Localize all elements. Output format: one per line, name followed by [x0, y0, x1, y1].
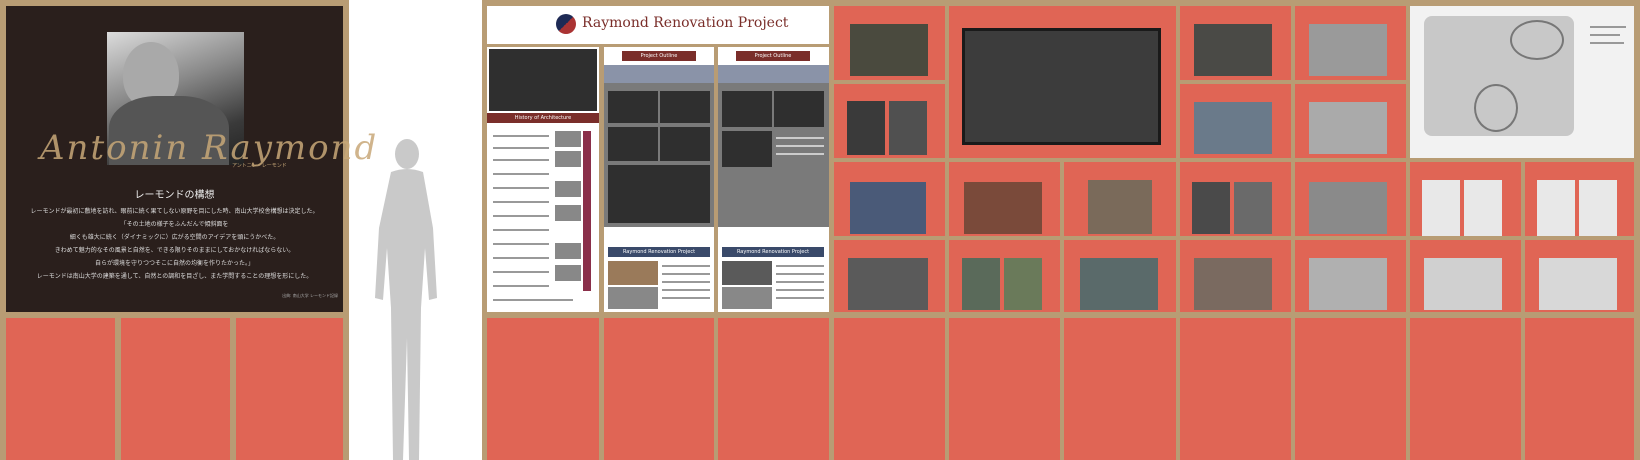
project-outline-poster: Project Outline Raymond Renovation Proje…: [604, 47, 714, 312]
concept-line: 自らが環境を守りつつそこに自然の均衡を作りたかった。」: [94, 260, 255, 267]
photo: [1309, 182, 1387, 234]
blank-panel: [1064, 318, 1176, 460]
signature-caption: アントニン・レーモンド: [232, 163, 287, 169]
project-title: Raymond Renovation Project: [582, 15, 789, 31]
photo: [1194, 102, 1272, 154]
blank-panel: [718, 318, 829, 460]
photo: [1234, 182, 1272, 234]
photo: [1309, 258, 1387, 310]
blank-panel: [236, 318, 343, 460]
photo: [850, 24, 928, 76]
blank-panel: [949, 318, 1060, 460]
photo: [1088, 180, 1152, 234]
blank-panel: [487, 318, 599, 460]
photo: [964, 182, 1042, 234]
photo: [1537, 180, 1575, 236]
blank-panel: [1410, 318, 1521, 460]
photo: [1194, 24, 1272, 76]
photo: [1464, 180, 1502, 236]
photo: [1424, 258, 1502, 310]
renovation-section-title: Raymond Renovation Project: [608, 247, 710, 257]
history-poster-title: History of Architecture: [487, 113, 599, 123]
blank-panel: [1180, 318, 1291, 460]
photo: [1080, 258, 1158, 310]
photo: [1539, 258, 1617, 310]
blank-panel: [1525, 318, 1634, 460]
photo: [1422, 180, 1460, 236]
outline-poster-title: Project Outline: [622, 51, 696, 61]
video-screen: [962, 28, 1161, 145]
photo: [848, 258, 928, 310]
blank-panel: [604, 318, 714, 460]
concept-line: 細くも雄大に続く（ダイナミックに）広がる空間のアイデアを頭にうかべた。: [69, 234, 280, 241]
photo: [889, 101, 927, 155]
project-outline-poster: Project Outline Raymond Renovation Proje…: [718, 47, 829, 312]
blank-panel: [834, 318, 945, 460]
photo: [847, 101, 885, 155]
concept-title: レーモンドの構想: [134, 190, 215, 201]
concept-line: レーモンドは南山大学の建築を通して、自然との調和を目ざし、また学問することの理想…: [36, 273, 313, 280]
concept-line: 「その土地の様子をふんだんで傾斜面を: [120, 221, 229, 228]
campus-site-plan: [1410, 6, 1634, 158]
photo: [1309, 102, 1387, 154]
photo: [962, 258, 1000, 310]
renovation-section-title: Raymond Renovation Project: [722, 247, 824, 257]
blank-panel: [121, 318, 230, 460]
blank-panel: [1295, 318, 1406, 460]
blank-panel: [6, 318, 115, 460]
photo: [850, 182, 926, 234]
concept-source: 出典: 南山大学 レーモンド記録: [282, 293, 338, 298]
photo: [1194, 258, 1272, 310]
photo: [1309, 24, 1387, 76]
project-logo-icon: [556, 14, 576, 34]
concept-line: レーモンドが最初に敷地を訪れ、眼前に続く果てしない原野を目にした時、南山大学校舎…: [30, 208, 319, 215]
photo: [1192, 182, 1230, 234]
concept-line: きわめて魅力的なその風景と自然を、できる限りそのままにしておかなければならない。: [54, 247, 295, 254]
photo: [1004, 258, 1042, 310]
outline-poster-title: Project Outline: [736, 51, 810, 61]
history-poster: History of Architecture: [487, 47, 599, 312]
photo: [1579, 180, 1617, 236]
human-scale-silhouette: [375, 139, 437, 460]
